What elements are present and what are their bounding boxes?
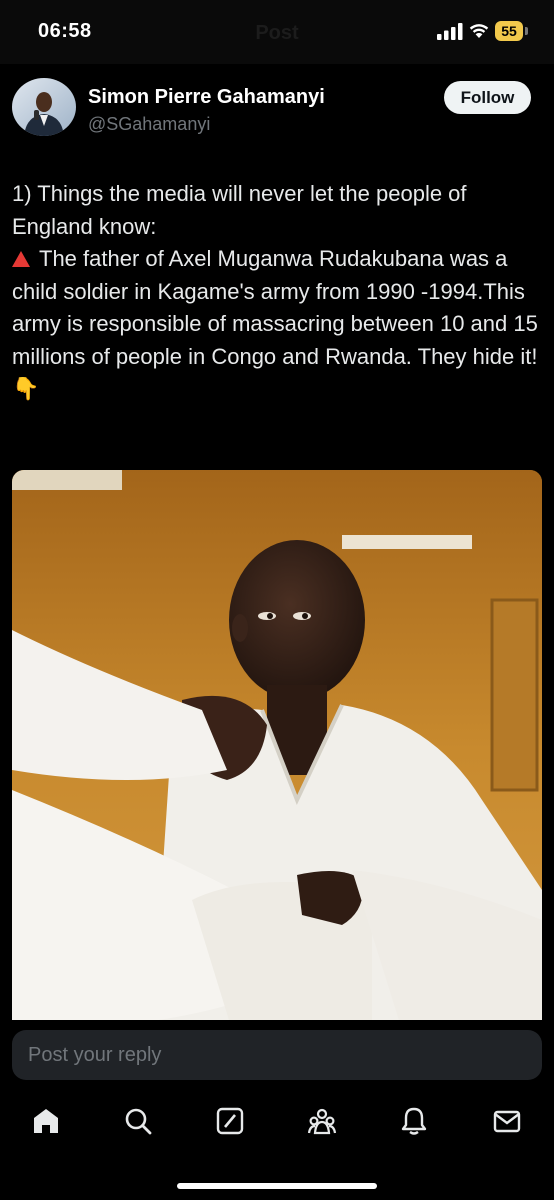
- signal-icon: [437, 23, 463, 40]
- search-icon[interactable]: [123, 1106, 153, 1136]
- battery-icon: 55: [495, 21, 529, 41]
- post-photo[interactable]: [12, 470, 542, 1030]
- author-display-name[interactable]: Simon Pierre Gahamanyi: [88, 86, 325, 109]
- avatar[interactable]: [12, 78, 76, 136]
- follow-button[interactable]: Follow: [444, 81, 531, 114]
- status-bar: 06:58 Post 55: [0, 0, 554, 64]
- red-triangle-icon: [12, 251, 30, 267]
- pointing-down-emoji: 👇: [12, 376, 40, 401]
- post-text-body: The father of Axel Muganwa Rudakubana wa…: [12, 243, 542, 373]
- communities-icon[interactable]: [307, 1106, 337, 1136]
- reply-bar: Post your reply: [0, 1020, 554, 1096]
- messages-icon[interactable]: [492, 1106, 522, 1136]
- author-handle[interactable]: @SGahamanyi: [88, 114, 210, 135]
- post-text-line1: 1) Things the media will never let the p…: [12, 181, 467, 239]
- reply-input[interactable]: Post your reply: [12, 1030, 542, 1080]
- post-text: 1) Things the media will never let the p…: [12, 178, 542, 406]
- home-indicator: [177, 1183, 377, 1189]
- notifications-icon[interactable]: [399, 1106, 429, 1136]
- post-text-line2: The father of Axel Muganwa Rudakubana wa…: [12, 246, 538, 369]
- home-icon[interactable]: [31, 1106, 61, 1136]
- wifi-icon: [469, 24, 489, 38]
- battery-level: 55: [495, 21, 523, 41]
- grok-icon[interactable]: [215, 1106, 245, 1136]
